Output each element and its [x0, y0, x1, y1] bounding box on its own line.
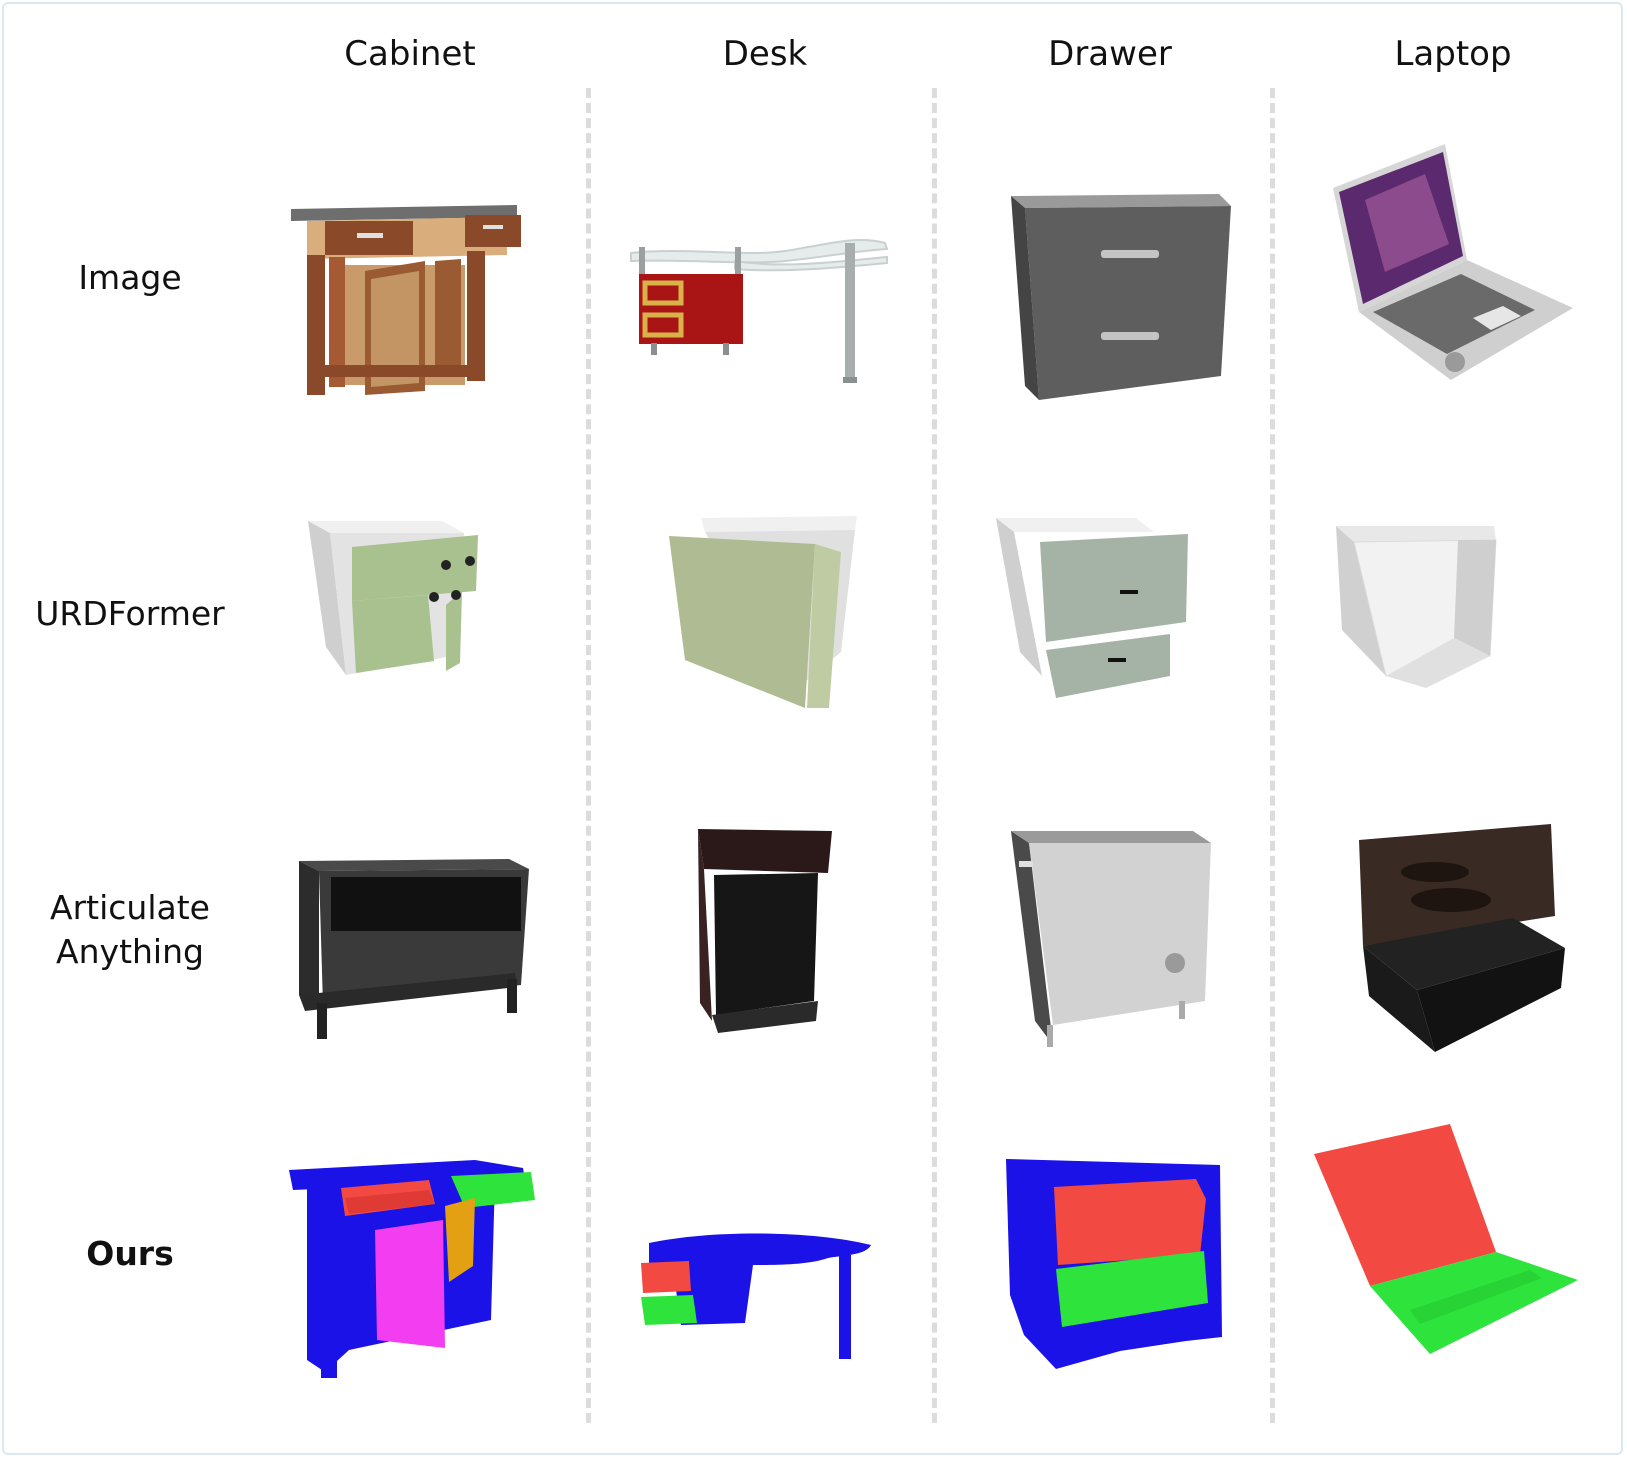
urdformer-cabinet-render: [308, 521, 478, 675]
column-divider: [586, 88, 591, 1423]
ours-cabinet-render: [289, 1160, 535, 1378]
column-title-drawer: Drawer: [1048, 34, 1172, 74]
column-divider: [1270, 88, 1275, 1423]
articulate-drawer-render: [1011, 831, 1211, 1047]
articulate-laptop-render: [1359, 824, 1565, 1052]
image-laptop-render: [1333, 144, 1573, 380]
image-cabinet-render: [291, 205, 521, 395]
image-drawer-render: [1011, 194, 1231, 400]
articulate-cabinet-render: [299, 859, 529, 1039]
ours-laptop-render: [1314, 1124, 1578, 1354]
row-label-line: Anything: [56, 932, 204, 971]
urdformer-laptop-render: [1336, 526, 1497, 688]
row-label-ours: Ours: [86, 1234, 174, 1273]
column-title-cabinet: Cabinet: [344, 34, 476, 74]
row-label-urdformer: URDFormer: [35, 594, 225, 633]
ours-drawer-render: [1006, 1159, 1222, 1369]
urdformer-drawer-render: [996, 518, 1188, 698]
column-title-desk: Desk: [722, 34, 808, 74]
urdformer-desk-render: [669, 516, 857, 708]
row-label-image: Image: [78, 258, 182, 297]
ours-desk-render: [641, 1233, 871, 1359]
row-label-articulate-anything: Articulate Anything: [10, 886, 250, 974]
column-title-laptop: Laptop: [1394, 34, 1512, 74]
articulate-desk-render: [698, 829, 832, 1033]
image-desk-render: [630, 239, 889, 383]
row-label-line: Articulate: [50, 888, 210, 927]
column-divider: [932, 88, 937, 1423]
